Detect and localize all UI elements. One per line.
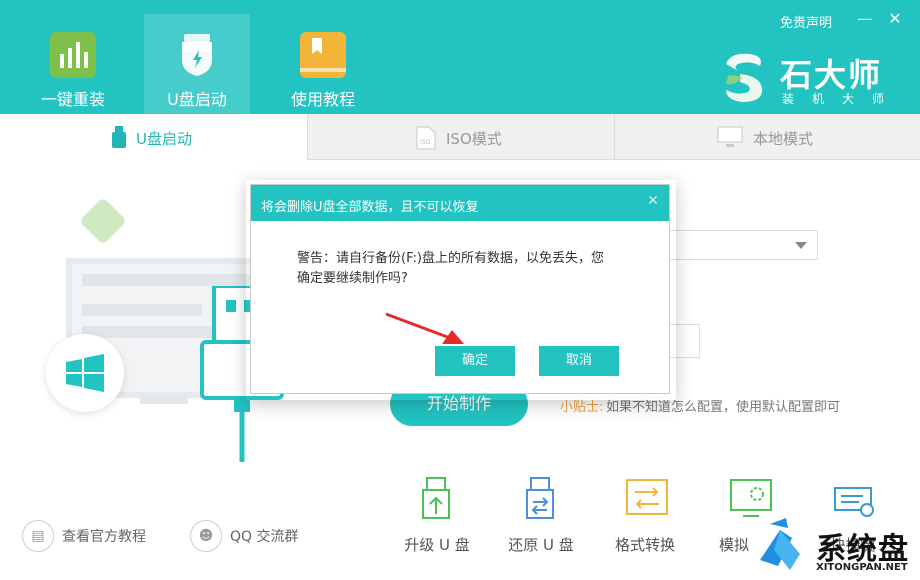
nav-tutorial[interactable]: 使用教程 (270, 14, 376, 114)
minimize-icon[interactable]: — (856, 10, 874, 28)
book-icon: ▤ (22, 520, 54, 552)
dialog-close-icon[interactable]: ✕ (645, 193, 661, 209)
monitor-stand (140, 398, 188, 404)
monitor-icon (717, 126, 743, 152)
usb-device-select[interactable] (668, 230, 818, 260)
tool-upgrade-usb[interactable]: 升级 U 盘 (392, 476, 482, 556)
usb-icon (112, 126, 126, 152)
tab-usb-boot-label: U盘启动 (136, 130, 192, 148)
mode-tabbar: U盘启动 ISO ISO模式 本地模式 (0, 114, 920, 161)
confirm-dialog: 将会删除U盘全部数据，且不可以恢复 ✕ 警告：请自行备份(F:)盘上的所有数据，… (250, 184, 670, 394)
brand-subtitle: 装机大师 (782, 92, 903, 106)
official-tutorial-label: 查看官方教程 (62, 529, 146, 545)
dialog-message: 警告：请自行备份(F:)盘上的所有数据，以免丢失，您 确定要继续制作吗? (297, 249, 637, 289)
red-arrow-annotation (385, 312, 464, 344)
cancel-button[interactable]: 取消 (539, 346, 619, 376)
close-icon[interactable]: ✕ (886, 10, 904, 28)
bookmark-book-icon (300, 32, 346, 78)
diamond-decoration-icon (78, 196, 128, 246)
watermark-url: XITONGPAN.NET (816, 562, 908, 573)
tool-upgrade-usb-label: 升级 U 盘 (404, 536, 470, 554)
tool-restore-usb[interactable]: 还原 U 盘 (496, 476, 586, 556)
tab-iso-mode-label: ISO模式 (446, 130, 502, 148)
confirm-button[interactable]: 确定 (435, 346, 515, 376)
iso-file-icon: ISO (416, 126, 436, 154)
nav-usb-boot[interactable]: U盘启动 (144, 14, 250, 114)
svg-text:ISO: ISO (420, 139, 431, 146)
disclaimer-link[interactable]: 免责声明 (780, 12, 832, 31)
nav-tutorial-label: 使用教程 (290, 90, 355, 109)
tab-local-mode-label: 本地模式 (753, 130, 814, 148)
nav-reinstall[interactable]: 一键重装 (20, 14, 126, 114)
usb-restore-icon (526, 477, 554, 519)
dialog-title: 将会删除U盘全部数据，且不可以恢复 (261, 200, 479, 215)
chevron-down-icon (795, 242, 807, 249)
app-header: 一键重装 U盘启动 使用教程 免责声明 — ✕ 石大师 装机大师 (0, 0, 920, 114)
nav-usb-boot-label: U盘启动 (167, 90, 227, 109)
usb-shield-icon (174, 32, 220, 78)
dialog-titlebar: 将会删除U盘全部数据，且不可以恢复 ✕ (251, 185, 669, 221)
tab-usb-boot[interactable]: U盘启动 (0, 114, 308, 161)
brand-logo-icon (720, 50, 770, 104)
tool-restore-usb-label: 还原 U 盘 (508, 536, 574, 554)
windows-logo-icon (46, 334, 124, 412)
nav-reinstall-label: 一键重装 (40, 90, 105, 109)
group-icon: ☻ (190, 520, 222, 552)
format-convert-icon (626, 479, 668, 515)
qq-group-label: QQ 交流群 (230, 529, 299, 545)
dialog-message-line1: 警告：请自行备份(F:)盘上的所有数据，以免丢失，您 (297, 251, 604, 266)
dialog-message-line2: 确定要继续制作吗? (297, 271, 408, 286)
usb-upgrade-icon (422, 477, 450, 519)
bar-chart-icon (50, 32, 96, 78)
tab-local-mode[interactable]: 本地模式 (615, 114, 920, 160)
tab-iso-mode[interactable]: ISO ISO模式 (308, 114, 614, 160)
